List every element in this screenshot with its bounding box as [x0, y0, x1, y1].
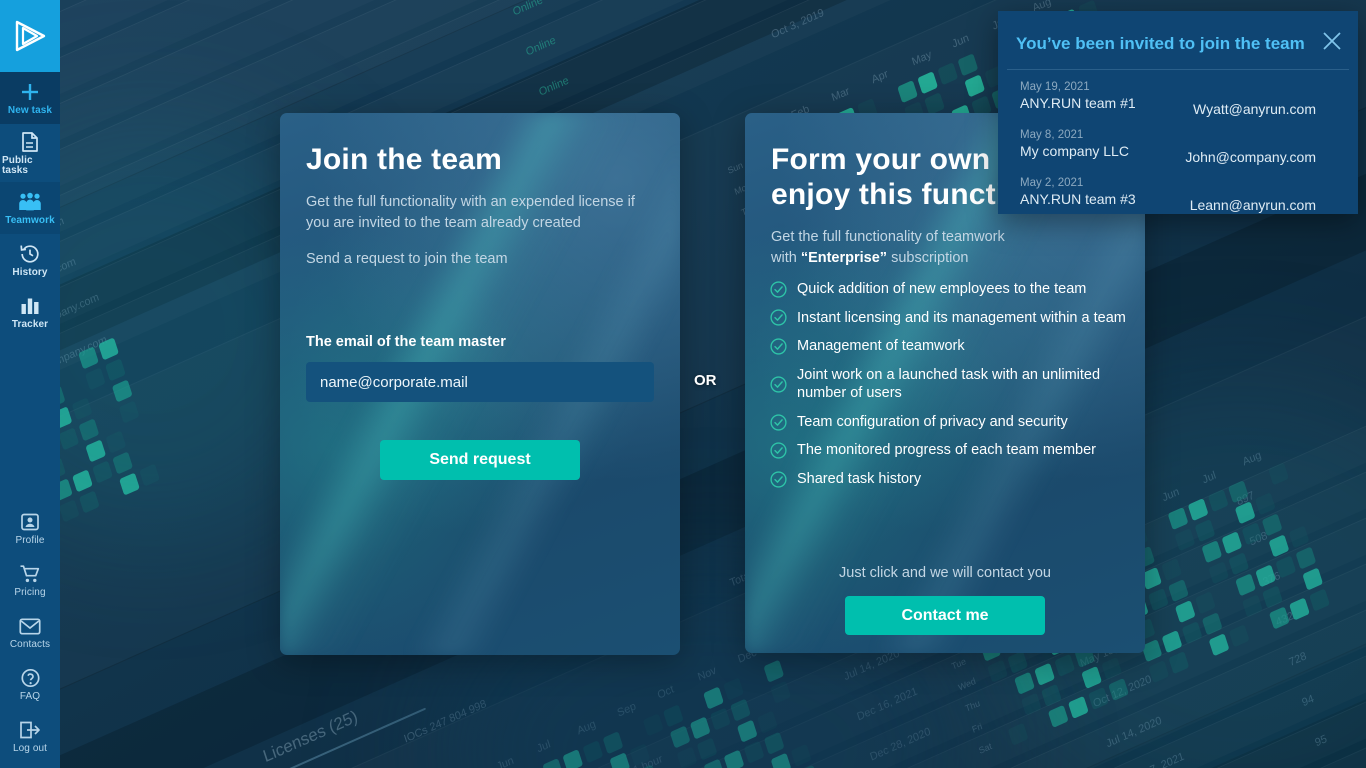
invite-row[interactable]: May 19, 2021 ANY.RUN team #1 Wyatt@anyrun.… [1020, 81, 1340, 117]
team-master-email-input[interactable] [306, 362, 654, 402]
sidebar-item-label: Contacts [9, 639, 51, 650]
or-divider-label: OR [694, 372, 717, 389]
sidebar-item-public-tasks[interactable]: Public tasks [0, 124, 60, 182]
form-card-lead-prefix: with [771, 250, 801, 267]
close-icon-glyph [1323, 32, 1341, 50]
check-circle-icon [770, 413, 787, 431]
feature-item: Shared task history [770, 470, 1145, 489]
feature-item: Instant licensing and its management wit… [770, 309, 1145, 328]
plus-icon [19, 81, 41, 103]
sidebar-item-teamwork[interactable]: Teamwork [0, 182, 60, 234]
invite-email: John@company.com [1185, 149, 1316, 165]
sidebar-item-label: Profile [15, 535, 45, 546]
sidebar-secondary-nav: Profile Pricing Contacts FAQ Log out [0, 502, 60, 768]
invite-popup-divider [1007, 69, 1349, 70]
sidebar-item-profile[interactable]: Profile [0, 502, 60, 554]
people-icon [17, 191, 43, 213]
sidebar-item-new-task[interactable]: New task [0, 72, 60, 124]
sidebar-item-label: Log out [12, 743, 48, 754]
close-icon[interactable] [1321, 30, 1343, 52]
feature-label: Shared task history [797, 470, 922, 487]
sidebar-item-log-out[interactable]: Log out [0, 710, 60, 762]
form-card-lead-line1: Get the full functionality of teamwork [771, 228, 1005, 245]
invite-notification-popup: You’ve been invited to join the team May… [998, 11, 1358, 214]
form-card-title-line1: Form your own te [771, 143, 1026, 176]
invite-email: Leann@anyrun.com [1189, 197, 1316, 213]
bar-chart-icon [19, 295, 41, 317]
feature-item: Quick addition of new employees to the t… [770, 280, 1145, 299]
user-card-icon [20, 511, 40, 533]
question-circle-icon [20, 667, 41, 689]
sidebar-item-faq[interactable]: FAQ [0, 658, 60, 710]
clock-back-icon [19, 243, 41, 265]
check-circle-icon [770, 376, 787, 393]
check-circle-icon [770, 471, 787, 488]
join-card-description: Get the full functionality with an expen… [306, 193, 635, 232]
invite-date: May 8, 2021 [1020, 129, 1084, 141]
sidebar-item-contacts[interactable]: Contacts [0, 606, 60, 658]
sidebar-item-label: Public tasks [2, 155, 33, 176]
check-circle-icon [770, 309, 787, 326]
envelope-icon [19, 615, 41, 637]
form-card-title-line2: enjoy this functio [771, 177, 1023, 211]
sidebar-item-label: New task [7, 105, 53, 116]
sidebar-item-label: Tracker [11, 319, 49, 330]
feature-label: Joint work on a launched task with an un… [797, 366, 1101, 402]
join-card-title: Join the team [306, 143, 502, 176]
enterprise-feature-list: Quick addition of new employees to the t… [770, 280, 1145, 498]
anyrun-play-logo-icon [15, 20, 46, 52]
sidebar-item-label: Pricing [14, 587, 46, 598]
sidebar-item-label: History [12, 267, 48, 278]
contact-me-button[interactable]: Contact me [845, 596, 1045, 635]
sidebar-item-pricing[interactable]: Pricing [0, 554, 60, 606]
feature-item: The monitored progress of each team memb… [770, 441, 1145, 460]
send-request-button[interactable]: Send request [380, 440, 580, 480]
sidebar-item-tracker[interactable]: Tracker [0, 286, 60, 338]
feature-item: Team configuration of privacy and securi… [770, 413, 1145, 432]
feature-label: Instant licensing and its management wit… [797, 309, 1126, 326]
feature-label: The monitored progress of each team memb… [797, 442, 1096, 459]
invite-date: May 19, 2021 [1020, 81, 1090, 93]
form-card-lead-suffix: subscription [887, 250, 969, 267]
sidebar: New task Public tasks Teamwork History Track… [0, 0, 60, 768]
feature-label: Team configuration of privacy and securi… [797, 413, 1068, 430]
check-circle-icon [770, 442, 787, 459]
form-card-lead-highlight: “Enterprise” [800, 250, 888, 267]
sidebar-primary-nav: New task Public tasks Teamwork History Track… [0, 72, 60, 338]
shopping-cart-icon [19, 563, 41, 585]
sidebar-item-label: FAQ [19, 691, 41, 702]
feature-item: Joint work on a launched task with an un… [770, 366, 1145, 403]
app-logo[interactable] [0, 0, 60, 72]
feature-label: Management of teamwork [797, 338, 965, 355]
email-field-label: The email of the team master [306, 334, 506, 350]
invite-row[interactable]: May 8, 2021 My company LLC John@company.co… [1020, 129, 1340, 165]
form-card-lead: Get the full functionality of teamwork w… [771, 227, 1119, 270]
invite-popup-title: You’ve been invited to join the team [1016, 34, 1305, 53]
invite-date: May 2, 2021 [1020, 177, 1084, 189]
logout-arrow-icon [19, 719, 41, 741]
sidebar-item-label: Teamwork [5, 215, 55, 226]
document-icon [20, 131, 40, 153]
sidebar-item-history[interactable]: History [0, 234, 60, 286]
check-circle-icon [770, 338, 787, 355]
feature-label: Quick addition of new employees to the t… [797, 281, 1087, 297]
check-circle-icon [770, 281, 787, 298]
invite-email: Wyatt@anyrun.com [1192, 101, 1316, 117]
join-card-subline: Send a request to join the team [306, 250, 508, 267]
feature-item: Management of teamwork [770, 337, 1145, 356]
contact-note: Just click and we will contact you [839, 565, 1051, 581]
invite-row[interactable]: May 2, 2021 ANY.RUN team #3 Leann@anyrun.c… [1020, 177, 1340, 213]
